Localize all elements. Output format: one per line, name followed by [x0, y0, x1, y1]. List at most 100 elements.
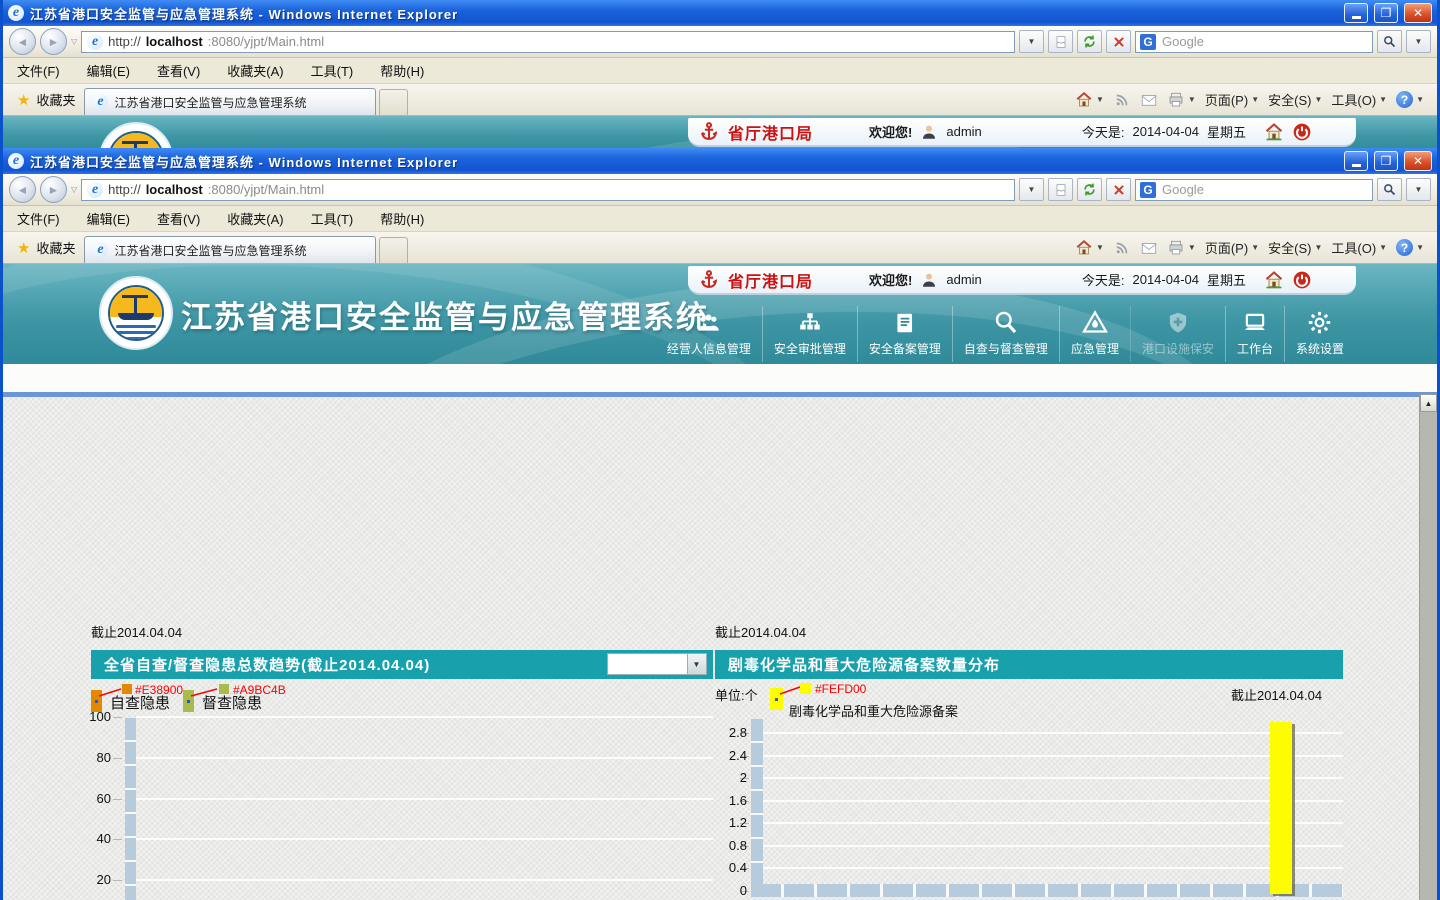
logout-power-icon[interactable]: [1292, 122, 1312, 142]
nav-port-security[interactable]: 港口设施保安: [1130, 306, 1225, 362]
mail-icon[interactable]: [1140, 91, 1158, 109]
search-input[interactable]: G Google: [1135, 179, 1373, 201]
nav-system-settings[interactable]: 系统设置: [1284, 306, 1355, 362]
chevron-down-icon[interactable]: ▼: [687, 654, 706, 674]
left-chart-gridline: [136, 838, 713, 840]
address-input[interactable]: e http://localhost:8080/yjpt/Main.html: [81, 31, 1015, 53]
home-shortcut-icon[interactable]: [1264, 270, 1284, 290]
compatibility-view-button[interactable]: [1048, 178, 1073, 201]
help-button[interactable]: ?▼: [1396, 91, 1424, 108]
back-button[interactable]: ◄: [9, 176, 36, 203]
tab-active[interactable]: e 江苏省港口安全监管与应急管理系统: [84, 88, 376, 115]
nav-emergency[interactable]: 应急管理: [1059, 306, 1130, 362]
nav-operator-info[interactable]: 经营人信息管理: [656, 306, 762, 362]
menu-edit[interactable]: 编辑(E): [87, 209, 130, 228]
right-chart-ytick-label: 0: [703, 883, 747, 898]
menu-tools[interactable]: 工具(T): [311, 209, 354, 228]
address-dropdown-button[interactable]: ▼: [1019, 178, 1044, 201]
tab-active[interactable]: e 江苏省港口安全监管与应急管理系统: [84, 236, 376, 263]
refresh-button[interactable]: [1077, 178, 1102, 201]
forward-button[interactable]: ►: [40, 176, 67, 203]
right-chart-gridline: [763, 800, 1343, 802]
print-button[interactable]: ▼: [1167, 239, 1196, 257]
search-options-button[interactable]: ▼: [1406, 30, 1431, 53]
minimize-button[interactable]: [1344, 151, 1368, 171]
menu-favorites[interactable]: 收藏夹(A): [227, 61, 283, 80]
security-menu-button[interactable]: 安全(S)▼: [1268, 90, 1322, 109]
menu-file[interactable]: 文件(F): [17, 209, 60, 228]
right-chart-gridline: [763, 867, 1343, 869]
new-tab-stub[interactable]: [379, 89, 408, 115]
search-options-button[interactable]: ▼: [1406, 178, 1431, 201]
refresh-button[interactable]: [1077, 30, 1102, 53]
menu-favorites[interactable]: 收藏夹(A): [227, 209, 283, 228]
welcome-band: 省厅港口局 欢迎您! admin 今天是: 2014-04-04 星期五: [688, 118, 1356, 147]
back-button[interactable]: ◄: [9, 28, 36, 55]
forward-button[interactable]: ►: [40, 28, 67, 55]
search-input[interactable]: G Google: [1135, 31, 1373, 53]
print-button[interactable]: ▼: [1167, 91, 1196, 109]
mail-icon[interactable]: [1140, 239, 1158, 257]
search-button[interactable]: [1377, 30, 1402, 53]
right-chart-ytick-label: 2: [703, 770, 747, 785]
menu-view[interactable]: 查看(V): [157, 209, 200, 228]
home-button[interactable]: ▼: [1075, 91, 1104, 109]
search-button[interactable]: [1377, 178, 1402, 201]
nav-safety-filing[interactable]: 安全备案管理: [857, 306, 952, 362]
history-caret-icon[interactable]: ▽: [71, 185, 77, 194]
left-chart-tick: [113, 880, 122, 881]
left-chart-tick: [113, 799, 122, 800]
address-input[interactable]: e http://localhost:8080/yjpt/Main.html: [81, 179, 1015, 201]
restore-button[interactable]: ❐: [1374, 3, 1398, 23]
favorites-button[interactable]: ★ 收藏夹: [8, 84, 84, 115]
left-chart-y-axis: [125, 718, 136, 900]
compatibility-view-button[interactable]: [1048, 30, 1073, 53]
vertical-scrollbar[interactable]: ▲: [1419, 394, 1437, 900]
favorites-button[interactable]: ★ 收藏夹: [8, 232, 84, 263]
stop-button[interactable]: [1106, 178, 1131, 201]
right-chart-gridline: [763, 822, 1343, 824]
menu-tools[interactable]: 工具(T): [311, 61, 354, 80]
today-weekday: 星期五: [1207, 122, 1246, 141]
history-caret-icon[interactable]: ▽: [71, 37, 77, 46]
page-menu-button[interactable]: 页面(P)▼: [1205, 238, 1259, 257]
help-button[interactable]: ?▼: [1396, 239, 1424, 256]
security-menu-button[interactable]: 安全(S)▼: [1268, 238, 1322, 257]
menu-help[interactable]: 帮助(H): [380, 209, 424, 228]
nav-self-supervise-check[interactable]: 自查与督查管理: [952, 306, 1059, 362]
menu-help[interactable]: 帮助(H): [380, 61, 424, 80]
tools-menu-button[interactable]: 工具(O)▼: [1331, 238, 1387, 257]
home-shortcut-icon[interactable]: [1264, 122, 1284, 142]
trend-filter-select[interactable]: ▼: [607, 653, 707, 675]
page-menu-button[interactable]: 页面(P)▼: [1205, 90, 1259, 109]
home-icon: [1075, 91, 1093, 109]
logout-power-icon[interactable]: [1292, 270, 1312, 290]
ie-logo-icon: e: [8, 153, 24, 169]
tools-menu-button[interactable]: 工具(O)▼: [1331, 90, 1387, 109]
today-date: 2014-04-04: [1132, 124, 1199, 139]
menu-view[interactable]: 查看(V): [157, 61, 200, 80]
rss-icon[interactable]: [1113, 239, 1131, 257]
menu-edit[interactable]: 编辑(E): [87, 61, 130, 80]
nav-safety-approval[interactable]: 安全审批管理: [762, 306, 857, 362]
new-tab-stub[interactable]: [379, 237, 408, 263]
window-title: 江苏省港口安全监管与应急管理系统 - Windows Internet Expl…: [30, 4, 1338, 23]
close-button[interactable]: ✕: [1404, 3, 1432, 23]
today-date: 2014-04-04: [1132, 272, 1199, 287]
home-button[interactable]: ▼: [1075, 239, 1104, 257]
refresh-icon: [1082, 34, 1097, 49]
title-bar: e 江苏省港口安全监管与应急管理系统 - Windows Internet Ex…: [3, 0, 1437, 26]
close-button[interactable]: ✕: [1404, 151, 1432, 171]
right-chart-titlebar: 剧毒化学品和重大危险源备案数量分布: [715, 650, 1343, 679]
menu-bar: 文件(F) 编辑(E) 查看(V) 收藏夹(A) 工具(T) 帮助(H): [3, 58, 1437, 84]
rss-icon[interactable]: [1113, 91, 1131, 109]
scroll-up-button[interactable]: ▲: [1420, 394, 1437, 412]
nav-workbench[interactable]: 工作台: [1225, 306, 1284, 362]
minimize-button[interactable]: [1344, 3, 1368, 23]
restore-button[interactable]: ❐: [1374, 151, 1398, 171]
right-chart-gridline: [763, 777, 1343, 779]
stop-button[interactable]: [1106, 30, 1131, 53]
address-dropdown-button[interactable]: ▼: [1019, 30, 1044, 53]
menu-file[interactable]: 文件(F): [17, 61, 60, 80]
color-annotation-text: #A9BC4B: [233, 683, 286, 697]
